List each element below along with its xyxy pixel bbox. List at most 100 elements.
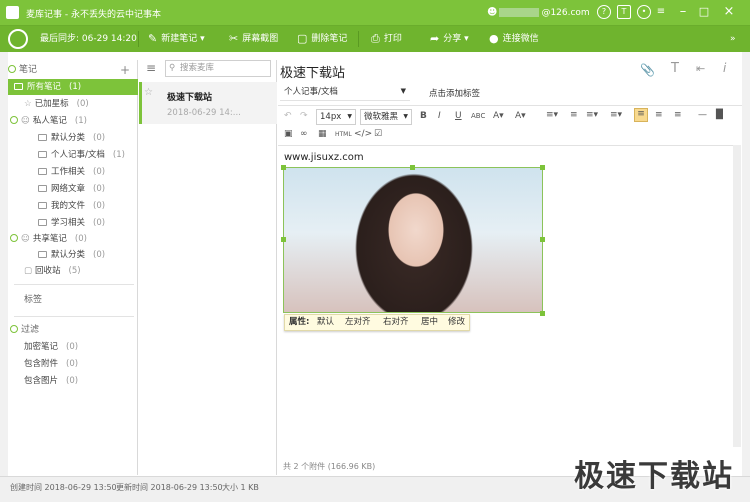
sidebar-item-shared-default[interactable]: 默认分类 (0) — [8, 247, 138, 263]
image-align-right-option[interactable]: 右对齐 — [383, 315, 409, 330]
line-height-icon[interactable]: ≡▾ — [546, 110, 558, 120]
italic-icon[interactable]: I — [438, 111, 441, 121]
delete-note-button[interactable]: ▢ 删除笔记 — [297, 26, 347, 52]
sidebar-item-my-files[interactable]: 我的文件 (0) — [8, 198, 138, 214]
editor-scrollbar[interactable] — [733, 145, 741, 447]
sidebar-item-study[interactable]: 学习相关 (0) — [8, 215, 138, 231]
tags-section-header[interactable]: 标签 — [8, 292, 138, 308]
export-icon[interactable]: ⇤ — [696, 62, 705, 75]
resize-handle[interactable] — [281, 237, 286, 242]
align-center-icon[interactable]: ≡ — [655, 110, 663, 120]
sidebar-item-work[interactable]: 工作相关 (0) — [8, 164, 138, 180]
add-tag-input[interactable]: 点击添加标签 — [429, 87, 480, 99]
align-right-icon[interactable]: ≡ — [674, 110, 682, 120]
note-title-input[interactable]: 极速下载站 — [280, 62, 345, 81]
note-item-title: 极速下载站 — [167, 93, 213, 103]
user-account[interactable]: ☻ @126.com — [487, 7, 590, 18]
collapse-toolbar-icon[interactable]: » — [730, 26, 736, 52]
sync-icon[interactable] — [8, 29, 28, 49]
app-logo-icon — [6, 6, 19, 19]
star-icon[interactable]: ☆ — [144, 87, 153, 98]
image-align-left-option[interactable]: 左对齐 — [345, 315, 371, 330]
new-note-button[interactable]: ✎ 新建笔记 ▾ — [148, 26, 205, 52]
bullet-list-icon[interactable]: ≡▾ — [610, 110, 622, 120]
image-center-option[interactable]: 居中 — [421, 315, 438, 330]
image-default-option[interactable]: 默认 — [317, 315, 334, 330]
filter-section-header[interactable]: 过滤 — [8, 322, 138, 338]
underline-icon[interactable]: U — [455, 111, 462, 121]
horizontal-rule-icon[interactable]: — — [698, 110, 707, 120]
highlight-icon[interactable]: A▾ — [515, 111, 526, 121]
filter-attachments[interactable]: 包含附件 (0) — [8, 356, 138, 372]
sidebar-item-private[interactable]: ☺ 私人笔记 (1) — [8, 113, 138, 129]
content-image[interactable] — [283, 167, 543, 313]
font-family-select[interactable]: 微软雅黑 ▼ — [360, 109, 412, 125]
bold-icon[interactable]: B — [420, 111, 427, 121]
insert-image-icon[interactable]: ▣ — [284, 129, 293, 139]
resize-handle[interactable] — [540, 165, 545, 170]
notes-icon — [8, 65, 16, 73]
share-button[interactable]: ➦ 分享 ▾ — [430, 26, 469, 52]
close-button[interactable]: × — [721, 5, 737, 19]
note-editor: 极速下载站 📎 T ⇤ i 个人记事/文档 ▼ 点击添加标签 ↶ ↷ 14px ▼ … — [278, 60, 742, 475]
align-left-icon[interactable]: ≡ — [634, 108, 648, 122]
person-icon: ☺ — [21, 116, 30, 126]
note-size: 大小 1 KB — [222, 483, 259, 492]
info-icon[interactable]: i — [723, 61, 726, 75]
undo-icon[interactable]: ↶ — [284, 111, 292, 121]
notes-section-header[interactable]: 笔记 + — [8, 62, 138, 78]
note-list-item[interactable]: ☆ 极速下载站 2018-06-29 14:... — [139, 82, 277, 124]
last-sync-label: 最后同步: 06-29 14:20 — [40, 34, 137, 44]
title-bar: 麦库记事 - 永不丢失的云中记事本 ☻ @126.com ? T • ≡ – □ … — [0, 0, 750, 26]
screenshot-button[interactable]: ✂ 屏幕截图 — [229, 26, 278, 52]
attachments-summary[interactable]: 共 2 个附件 (166.96 KB) — [283, 461, 375, 472]
sidebar-item-all-notes[interactable]: 所有笔记 (1) — [8, 79, 138, 95]
wechat-icon: ● — [489, 32, 499, 45]
created-time: 创建时间 2018-06-29 13:50 — [10, 483, 117, 492]
wechat-button[interactable]: ● 连接微信 — [489, 26, 539, 52]
category-select[interactable]: 个人记事/文档 ▼ — [280, 83, 410, 101]
html-icon[interactable]: HTML — [335, 131, 352, 138]
code-icon[interactable]: </> — [354, 129, 372, 139]
sidebar-item-starred[interactable]: ☆ 已加星标 (0) — [8, 96, 138, 112]
resize-handle[interactable] — [410, 165, 415, 170]
trash-icon: ▢ — [297, 32, 308, 45]
add-notebook-icon[interactable]: + — [120, 62, 130, 78]
image-edit-option[interactable]: 修改 — [448, 315, 465, 330]
content-url-text[interactable]: www.jisuxz.com — [284, 152, 364, 163]
attachment-icon[interactable]: 📎 — [640, 63, 655, 77]
list-view-icon[interactable]: ≡ — [146, 61, 156, 75]
sidebar-item-shared[interactable]: ☺ 共享笔记 (0) — [8, 231, 138, 247]
font-size-select[interactable]: 14px ▼ — [316, 109, 356, 125]
star-icon: ☆ — [24, 99, 32, 109]
strikethrough-icon[interactable]: ABC — [471, 112, 485, 120]
checkbox-icon[interactable]: ☑ — [374, 129, 382, 139]
filter-icon — [10, 325, 18, 333]
help-icon[interactable]: ? — [597, 5, 611, 19]
resize-handle[interactable] — [540, 311, 545, 316]
settings-icon[interactable]: • — [637, 5, 651, 19]
format-painter-icon[interactable]: █ — [716, 110, 723, 120]
menu-icon[interactable]: ≡ — [653, 5, 669, 19]
font-color-icon[interactable]: A▾ — [493, 111, 504, 121]
resize-handle[interactable] — [540, 237, 545, 242]
maximize-button[interactable]: □ — [696, 5, 712, 19]
insert-link-icon[interactable]: ∞ — [300, 129, 308, 139]
scissors-icon: ✂ — [229, 32, 239, 45]
indent-icon[interactable]: ≡ — [570, 110, 578, 120]
filter-images[interactable]: 包含图片 (0) — [8, 373, 138, 389]
skin-icon[interactable]: T — [617, 5, 631, 19]
print-button[interactable]: ⎙ 打印 — [371, 26, 402, 52]
sidebar-item-recycle-bin[interactable]: ▢ 回收站 (5) — [8, 263, 138, 279]
redo-icon[interactable]: ↷ — [300, 111, 308, 121]
sidebar-item-web-articles[interactable]: 网络文章 (0) — [8, 181, 138, 197]
sidebar-item-personal-docs[interactable]: 个人记事/文档 (1) — [8, 147, 138, 163]
search-input[interactable]: ⚲ 搜索麦库 — [165, 60, 271, 77]
text-format-icon[interactable]: T — [671, 61, 679, 76]
filter-encrypted[interactable]: 加密笔记 (0) — [8, 339, 138, 355]
insert-table-icon[interactable]: ▦ — [318, 129, 327, 139]
numbered-list-icon[interactable]: ≡▾ — [586, 110, 598, 120]
minimize-button[interactable]: – — [675, 5, 691, 19]
sidebar-item-default[interactable]: 默认分类 (0) — [8, 130, 138, 146]
resize-handle[interactable] — [281, 165, 286, 170]
